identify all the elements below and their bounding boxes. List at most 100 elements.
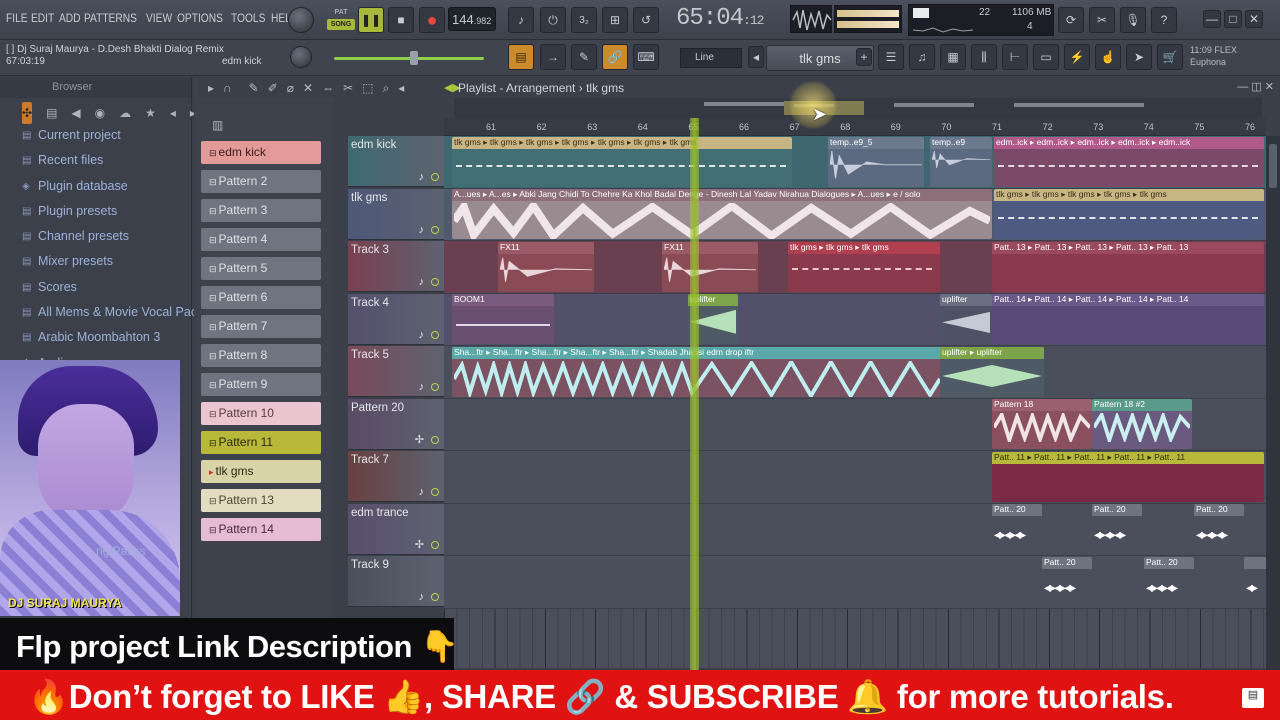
menu-tools[interactable]: TOOLS [231,11,265,25]
pattern-item[interactable]: ⊟ Pattern 2 [201,170,321,193]
clip-tlk-gms-row1[interactable]: tlk gms ▸ tlk gms ▸ tlk gms ▸ tlk gms ▸ … [452,137,792,187]
browser-item-channel-presets[interactable]: ▤ Channel presets [0,229,191,254]
pattern-item[interactable]: ⊟ Pattern 7 [201,315,321,338]
browser-item-recent-files[interactable]: ▤ Recent files [0,153,191,178]
track-header[interactable]: Track 7 ♪ [348,451,444,502]
pattern-item[interactable]: ⊟ Pattern 5 [201,257,321,280]
slider-handle[interactable] [410,51,418,65]
chat-icon[interactable]: ▤ [1242,688,1264,708]
select-tool-icon[interactable]: ⬚ [362,81,373,96]
mic-recording-icon[interactable]: ➤ [1126,44,1152,70]
playlist-overview-scrollbar[interactable] [454,98,1262,118]
playlist-view-icon[interactable]: ▤ [508,44,534,70]
clip-patt20-e[interactable]: Patt.. 20 ◂▸◂▸◂▸ [1144,557,1194,607]
snap-select[interactable]: Line [680,48,742,68]
scissors-icon[interactable]: ✂ [1089,7,1115,33]
playlist-grid[interactable]: tlk gms ▸ tlk gms ▸ tlk gms ▸ tlk gms ▸ … [444,136,1266,668]
link-icon[interactable]: 🔗 [602,44,628,70]
clip-patt20-a[interactable]: Patt.. 20 ◂▸◂▸◂▸ [992,504,1042,554]
track-header[interactable]: tlk gms ♪ [348,188,444,240]
track-mute-toggle[interactable] [431,593,439,601]
prev-pattern-icon[interactable]: ◂ [748,46,764,68]
clip-patt20-f[interactable]: ◂▸ [1244,557,1266,607]
draw-tool-icon[interactable]: ✎ [249,81,259,96]
playhead[interactable] [690,118,699,670]
clip-patt20-d[interactable]: Patt.. 20 ◂▸◂▸◂▸ [1042,557,1092,607]
clip-uplifter-c[interactable]: uplifter ▸ uplifter [940,347,1044,397]
menu-view[interactable]: VIEW [146,11,172,25]
track-mute-toggle[interactable] [431,330,439,339]
clip-uplifter-b[interactable]: uplifter [940,294,992,344]
channel-rack-icon[interactable]: ▦ [940,44,966,70]
clip-fx11-b[interactable]: FX11 [662,242,758,292]
clip-temp-e9[interactable]: temp..e9 [930,137,992,187]
clip-boom1[interactable]: BOOM1 [452,294,554,344]
browser-item-arabic-moombahton[interactable]: ▤ Arabic Moombahton 3 [0,330,191,355]
browser-item-current-project[interactable]: ▤ Current project [0,128,191,153]
clip-temp-e9-5[interactable]: temp..e9_5 [828,137,924,187]
browser-back-icon[interactable]: ◂ [170,106,176,120]
pattern-item[interactable]: ⊟ Pattern 10 [201,402,321,425]
delete-tool-icon[interactable]: ⌀ [287,81,294,96]
pattern-item[interactable]: ⊟ Pattern 6 [201,286,321,309]
news-panel[interactable]: 11:09 FLEX Euphona [1190,44,1274,72]
clip-pattern-18[interactable]: Pattern 18 [992,399,1092,449]
clip-pattern-18-2[interactable]: Pattern 18 #2 [1092,399,1192,449]
pattern-item[interactable]: ⊟ Pattern 13 [201,489,321,512]
track-mute-toggle[interactable] [431,173,439,181]
browser-item-plugin-database[interactable]: ◈ Plugin database [0,179,191,204]
playlist-icon[interactable]: ☰ [878,44,904,70]
stop-button[interactable]: ■ [388,7,414,33]
playlist-vertical-scrollbar[interactable] [1266,136,1280,670]
menu-edit[interactable]: EDIT [31,11,54,25]
browser-tree-icon[interactable]: ⊢ [1002,44,1028,70]
close-icon[interactable]: ✕ [1245,10,1263,28]
slip-tool-icon[interactable]: ⇔ [322,81,334,96]
browser-item-scores[interactable]: ▤ Scores [0,280,191,305]
tempo-display[interactable]: 144.982 [448,7,496,31]
picker-list-icon[interactable]: ▥ [212,118,223,132]
lane-edm-trance[interactable] [444,503,1266,556]
browser-plugin-icon[interactable]: ◉ [95,106,105,120]
playlist-menu-icon[interactable]: ▸ [208,81,214,96]
track-mute-toggle[interactable] [431,435,439,444]
playlist-window-controls[interactable]: — ◫ ✕ [1237,80,1274,93]
refresh-icon[interactable]: ⟳ [1058,7,1084,33]
pattern-item[interactable]: ⊟ Pattern 9 [201,373,321,396]
magnet-icon[interactable]: ∩ [223,81,232,96]
menu-patterns[interactable]: PATTERNS [84,11,137,25]
master-volume-knob[interactable] [288,7,314,33]
mixer-icon[interactable]: ⫼ [971,44,997,70]
track-mute-toggle[interactable] [431,383,439,391]
piano-roll-icon[interactable]: ♫ [909,44,935,70]
track-header[interactable]: Pattern 20 ✢ [348,398,444,450]
pause-button[interactable]: ❚❚ [358,7,384,33]
menu-add[interactable]: ADD [59,11,81,25]
plugin-picker-icon[interactable]: ▭ [1033,44,1059,70]
add-pattern-icon[interactable]: + [856,48,872,66]
metronome-icon[interactable]: ♪ [508,7,534,33]
clip-edm-kick-row1[interactable]: edm..ick ▸ edm..ick ▸ edm..ick ▸ edm..ic… [994,137,1264,187]
pattern-item[interactable]: ⊟ Pattern 11 [201,431,321,454]
mute-tool-icon[interactable]: ✕ [303,81,313,96]
pattern-item[interactable]: ⊟ Pattern 8 [201,344,321,367]
arrow-right-icon[interactable]: → [540,44,566,70]
touch-controller-icon[interactable]: ☝ [1095,44,1121,70]
clip-patt11[interactable]: Patt.. 11 ▸ Patt.. 11 ▸ Patt.. 11 ▸ Patt… [992,452,1264,502]
track-mute-toggle[interactable] [431,540,439,549]
plug-icon[interactable]: ⚡ [1064,44,1090,70]
slice-tool-icon[interactable]: ✂ [343,81,353,96]
pat-song-switch[interactable]: PAT SONG [327,6,355,34]
track-mute-toggle[interactable] [431,225,439,234]
help-icon[interactable]: ? [1151,7,1177,33]
loop-record-icon[interactable]: ↺ [633,7,659,33]
track-header[interactable]: edm kick ♪ [348,136,444,187]
pitch-knob[interactable] [290,46,312,68]
pencil-icon[interactable]: ✎ [571,44,597,70]
browser-audio-icon[interactable]: ◀ [71,106,80,120]
minimize-icon[interactable]: — [1203,10,1221,28]
pattern-item[interactable]: ⊟ edm kick [201,141,321,164]
scroll-thumb[interactable] [1269,144,1277,188]
track-header[interactable]: Track 9 ♪ [348,556,444,607]
browser-item-mixer-presets[interactable]: ▤ Mixer presets [0,254,191,279]
